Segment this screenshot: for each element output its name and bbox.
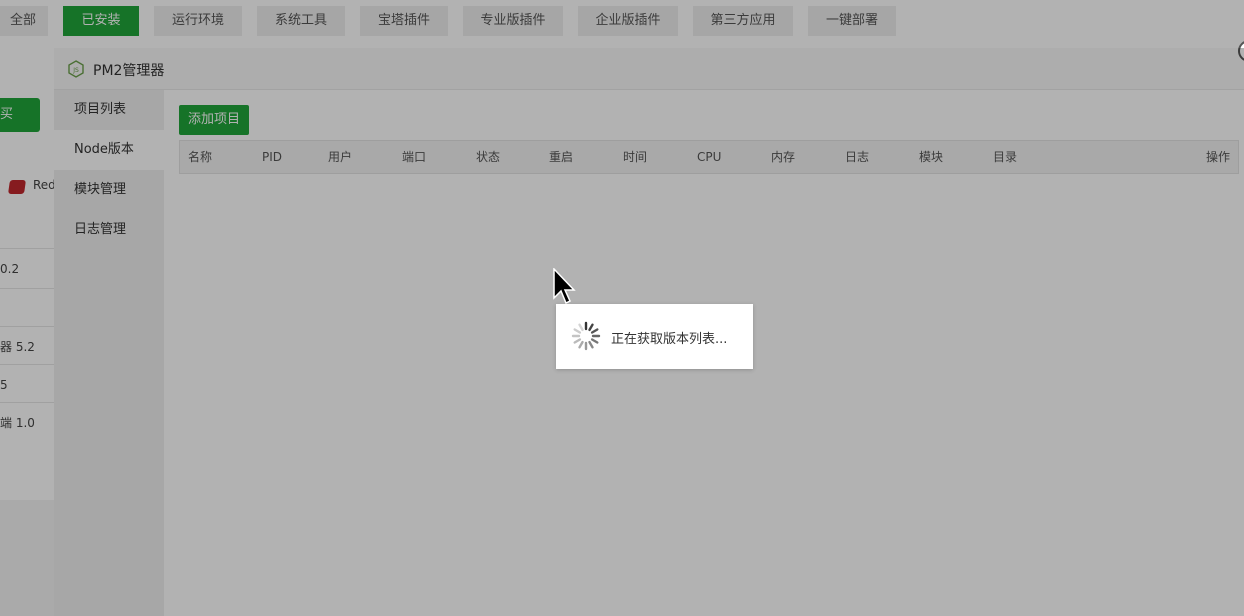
spinner-icon <box>571 321 601 351</box>
loading-message: 正在获取版本列表... <box>611 332 728 347</box>
mouse-cursor-icon <box>553 268 576 305</box>
loading-toast: 正在获取版本列表... <box>556 304 753 369</box>
